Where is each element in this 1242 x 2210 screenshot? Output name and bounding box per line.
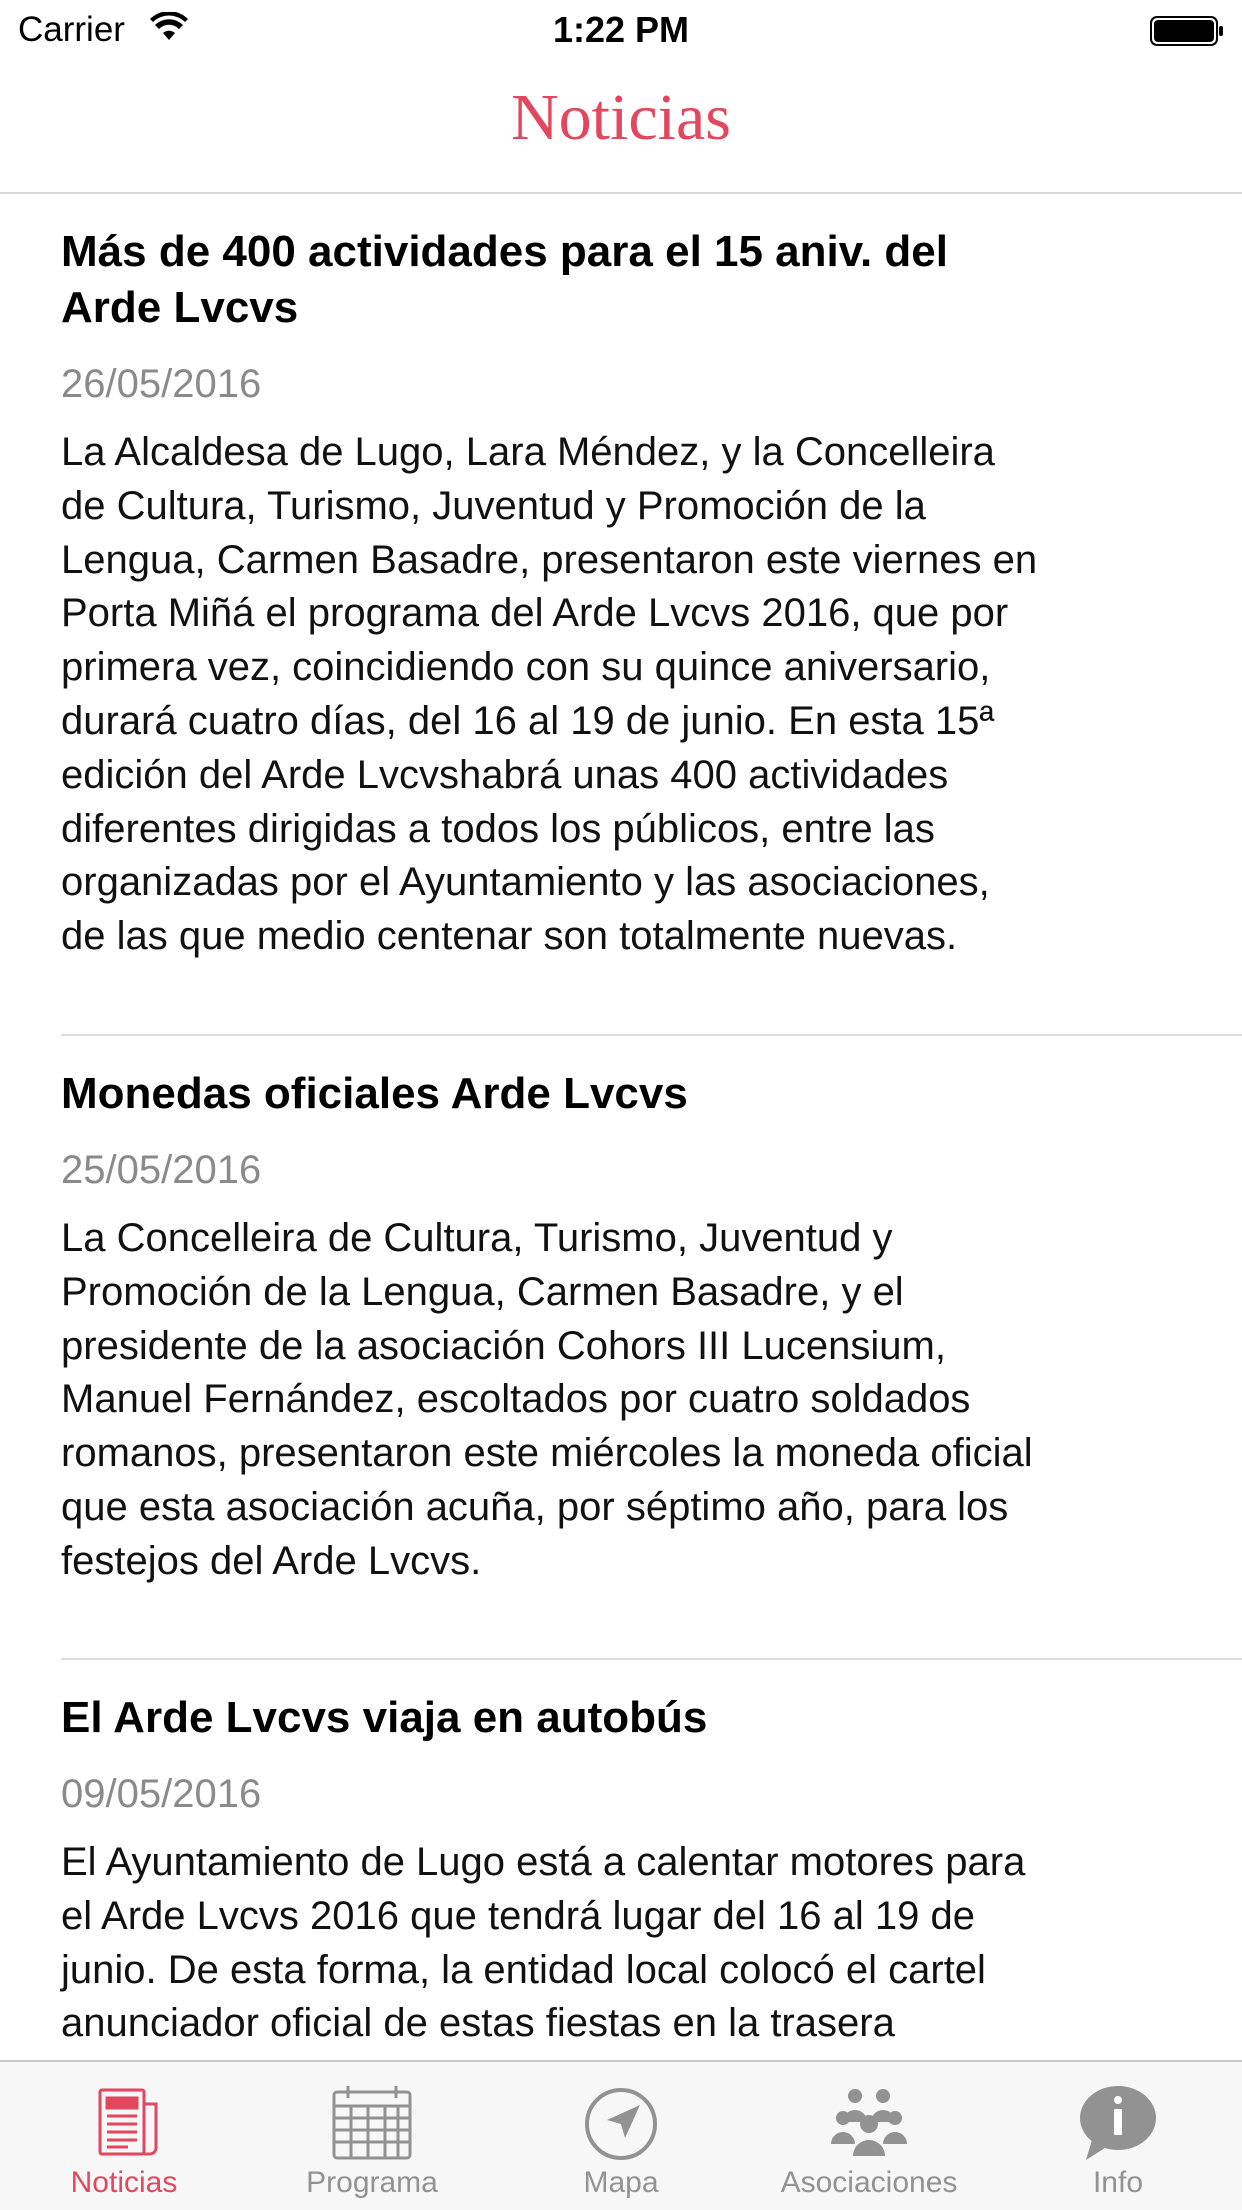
- summary-line: Manuel Fernández, escoltados por cuatro …: [61, 1377, 971, 1422]
- news-list[interactable]: Más de 400 actividades para el 15 aniv. …: [0, 194, 1242, 2060]
- tab-label: Noticias: [70, 2166, 178, 2199]
- news-title: El Arde Lvcvs viaja en autobús: [61, 1690, 1191, 1746]
- summary-line: Porta Miñá el programa del Arde Lvcvs 20…: [61, 591, 1009, 636]
- summary-line: festejos del Arde Lvcvs.: [61, 1538, 482, 1583]
- news-title: Más de 400 actividades para el 15 aniv. …: [61, 224, 1191, 336]
- news-title-line: Más de 400 actividades para el 15 aniv. …: [61, 227, 948, 276]
- tab-info[interactable]: Info: [994, 2062, 1242, 2210]
- tab-noticias[interactable]: Noticias: [0, 2062, 248, 2210]
- news-title-line: Arde Lvcvs: [61, 283, 299, 332]
- news-item[interactable]: Más de 400 actividades para el 15 aniv. …: [61, 224, 1191, 964]
- summary-line: edición del Arde Lvcvshabrá unas 400 act…: [61, 752, 949, 797]
- tab-programa[interactable]: Programa: [248, 2062, 496, 2210]
- summary-line: de las que medio centenar son totalmente…: [61, 914, 958, 959]
- navigation-bar: Noticias: [0, 60, 1242, 194]
- info-bubble-icon: [1080, 2086, 1156, 2160]
- news-date: 25/05/2016: [61, 1148, 262, 1192]
- summary-line: La Concelleira de Cultura, Turismo, Juve…: [61, 1216, 893, 1260]
- summary-line: de Cultura, Turismo, Juventud y Promoció…: [61, 483, 926, 528]
- summary-line: organizadas por el Ayuntamiento y las as…: [61, 860, 990, 905]
- status-bar: Carrier 1:22 PM: [0, 0, 1242, 60]
- news-date: 26/05/2016: [61, 362, 262, 406]
- status-time: 1:22 PM: [552, 9, 690, 50]
- summary-line: que esta asociación acuña, por séptimo a…: [61, 1484, 1009, 1529]
- tab-mapa[interactable]: Mapa: [497, 2062, 745, 2210]
- summary-line: La Alcaldesa de Lugo, Lara Méndez, y la …: [61, 430, 995, 474]
- summary-line: durará cuatro días, del 16 al 19 de juni…: [61, 698, 995, 743]
- news-summary: El Ayuntamiento de Lugo está a calentar …: [61, 1836, 1191, 2051]
- newspaper-icon: [98, 2088, 158, 2156]
- summary-line: diferentes dirigidas a todos los público…: [61, 806, 935, 851]
- compass-arrow-icon: [585, 2088, 657, 2160]
- summary-line: El Ayuntamiento de Lugo está a calentar …: [61, 1840, 1026, 1884]
- divider: [61, 1034, 1242, 1036]
- tab-label: Asociaciones: [780, 2166, 958, 2199]
- divider: [61, 1658, 1242, 1660]
- summary-line: primera vez, coincidiendo con su quince …: [61, 645, 991, 690]
- summary-line: anunciador oficial de estas fiestas en l…: [61, 2001, 895, 2046]
- summary-line: el Arde Lvcvs 2016 que tendrá lugar del …: [61, 1893, 975, 1938]
- tab-label: Info: [1092, 2166, 1144, 2199]
- people-group-icon: [831, 2089, 907, 2156]
- summary-line: Lengua, Carmen Basadre, presentaron este…: [61, 537, 1038, 582]
- battery-icon: [1150, 16, 1223, 46]
- tab-label: Mapa: [583, 2166, 659, 2199]
- news-item[interactable]: El Arde Lvcvs viaja en autobús 09/05/201…: [61, 1690, 1191, 2051]
- page-title: Noticias: [511, 81, 731, 154]
- summary-line: junio. De esta forma, la entidad local c…: [61, 1947, 986, 1992]
- news-title-line: El Arde Lvcvs viaja en autobús: [61, 1693, 708, 1742]
- tab-label: Programa: [306, 2166, 438, 2199]
- tab-asociaciones[interactable]: Asociaciones: [745, 2062, 993, 2210]
- news-summary: La Alcaldesa de Lugo, Lara Méndez, y la …: [61, 426, 1191, 964]
- news-title: Monedas oficiales Arde Lvcvs: [61, 1066, 1191, 1122]
- news-title-line: Monedas oficiales Arde Lvcvs: [61, 1069, 688, 1118]
- news-summary: La Concelleira de Cultura, Turismo, Juve…: [61, 1212, 1191, 1589]
- summary-line: romanos, presentaron este miércoles la m…: [61, 1431, 1033, 1476]
- calendar-icon: [332, 2086, 412, 2160]
- summary-line: presidente de la asociación Cohors III L…: [61, 1323, 946, 1368]
- news-item[interactable]: Monedas oficiales Arde Lvcvs 25/05/2016 …: [61, 1066, 1191, 1589]
- summary-line: Promoción de la Lengua, Carmen Basadre, …: [61, 1269, 904, 1314]
- news-date: 09/05/2016: [61, 1772, 262, 1816]
- tab-bar: Noticias Programa Mapa Asociaciones Info: [0, 2060, 1242, 2210]
